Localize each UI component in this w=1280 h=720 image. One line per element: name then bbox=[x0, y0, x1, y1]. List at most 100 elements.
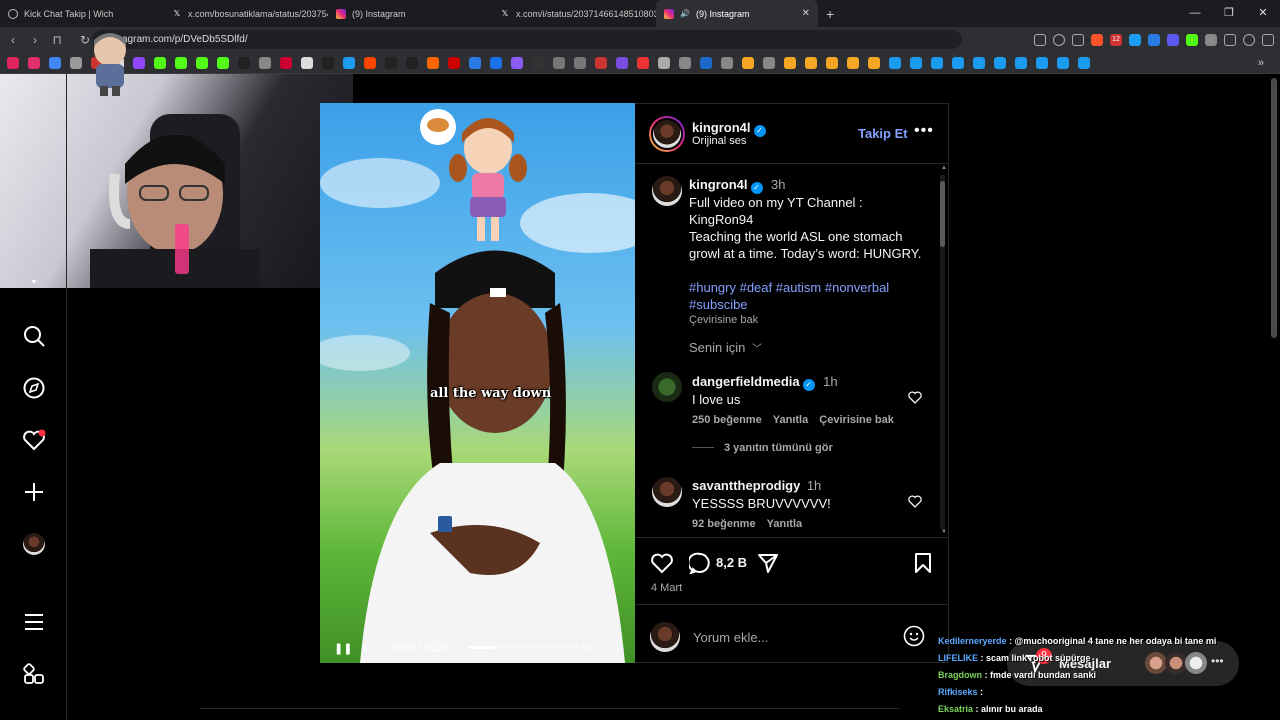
add-comment-input[interactable]: Yorum ekle... bbox=[693, 630, 768, 645]
menu-icon[interactable] bbox=[1262, 33, 1274, 46]
extension-icon[interactable] bbox=[1148, 33, 1160, 46]
bookmark-favicon-icon[interactable] bbox=[973, 56, 985, 69]
share-icon[interactable] bbox=[757, 552, 779, 579]
bookmark-icon[interactable]: ⊓ bbox=[48, 33, 66, 47]
view-replies[interactable]: 3 yanıtın tümünü gör bbox=[692, 442, 932, 454]
caption-author[interactable]: kingron4l bbox=[689, 177, 748, 192]
follow-button[interactable]: Takip Et bbox=[858, 126, 908, 141]
bookmark-favicon-icon[interactable] bbox=[238, 56, 250, 69]
bookmark-favicon-icon[interactable] bbox=[637, 56, 649, 69]
search-icon[interactable] bbox=[22, 324, 46, 348]
minimize-icon[interactable]: — bbox=[1178, 0, 1212, 27]
bookmark-favicon-icon[interactable] bbox=[175, 56, 187, 69]
tab-instagram-active[interactable]: 🔊 (9) Instagram ✕ bbox=[656, 0, 818, 27]
bookmark-favicon-icon[interactable] bbox=[28, 56, 40, 69]
restore-icon[interactable]: ❐ bbox=[1212, 0, 1246, 27]
tab-instagram-1[interactable]: (9) Instagram bbox=[328, 0, 492, 27]
page-scrollbar[interactable] bbox=[1270, 74, 1278, 720]
audio-label[interactable]: Orijinal ses bbox=[692, 135, 746, 147]
share-icon[interactable] bbox=[1072, 33, 1084, 46]
close-window-icon[interactable]: ✕ bbox=[1246, 0, 1280, 27]
bookmark-favicon-icon[interactable] bbox=[700, 56, 712, 69]
notifications-icon[interactable] bbox=[22, 428, 46, 452]
reply-button[interactable]: Yanıtla bbox=[767, 518, 802, 530]
comment-likes[interactable]: 250 beğenme bbox=[692, 414, 762, 426]
bookmark-favicon-icon[interactable] bbox=[259, 56, 271, 69]
extension-icon[interactable] bbox=[1129, 33, 1141, 46]
bookmark-favicon-icon[interactable] bbox=[532, 56, 544, 69]
speaker-icon[interactable]: 🔊 bbox=[680, 9, 690, 19]
bookmark-favicon-icon[interactable] bbox=[196, 56, 208, 69]
replay-icon[interactable]: ↻ bbox=[581, 642, 590, 655]
bookmark-favicon-icon[interactable] bbox=[721, 56, 733, 69]
emoji-icon[interactable] bbox=[903, 625, 925, 652]
comment-like-icon[interactable] bbox=[908, 495, 922, 513]
bookmark-favicon-icon[interactable] bbox=[910, 56, 922, 69]
extension-badge-icon[interactable]: 12 bbox=[1110, 33, 1122, 46]
address-bar[interactable]: agram.com/p/DVeDb5SDlfd/ bbox=[92, 30, 962, 49]
tab-x-status-1[interactable]: 𝕏 x.com/bosunatiklama/status/2037549 bbox=[164, 0, 328, 27]
bookmark-favicon-icon[interactable] bbox=[70, 56, 82, 69]
extension-icon[interactable] bbox=[1186, 33, 1198, 46]
more-menu-icon[interactable] bbox=[22, 610, 46, 634]
bookmark-favicon-icon[interactable] bbox=[784, 56, 796, 69]
comment-likes[interactable]: 92 beğenme bbox=[692, 518, 756, 530]
bookmark-favicon-icon[interactable] bbox=[385, 56, 397, 69]
comment-icon[interactable] bbox=[687, 552, 711, 579]
bookmark-favicon-icon[interactable] bbox=[763, 56, 775, 69]
hashtags[interactable]: #subscibe bbox=[689, 296, 929, 313]
avatar[interactable] bbox=[652, 477, 682, 507]
bookmark-favicon-icon[interactable] bbox=[952, 56, 964, 69]
brave-shield-icon[interactable] bbox=[1091, 33, 1103, 46]
bookmark-favicon-icon[interactable] bbox=[1078, 56, 1090, 69]
bookmark-favicon-icon[interactable] bbox=[448, 56, 460, 69]
bookmark-favicon-icon[interactable] bbox=[1015, 56, 1027, 69]
avatar[interactable] bbox=[652, 372, 682, 402]
bookmark-favicon-icon[interactable] bbox=[511, 56, 523, 69]
extension-icon[interactable] bbox=[1167, 33, 1179, 46]
bookmark-favicon-icon[interactable] bbox=[1036, 56, 1048, 69]
bookmark-favicon-icon[interactable] bbox=[154, 56, 166, 69]
bookmarks-overflow-icon[interactable]: » bbox=[1258, 57, 1264, 69]
bookmark-favicon-icon[interactable] bbox=[742, 56, 754, 69]
author-avatar-ring[interactable] bbox=[649, 116, 685, 152]
translate-link[interactable]: Çevirisine bak bbox=[689, 314, 929, 326]
scroll-down-icon[interactable]: ▼ bbox=[941, 529, 947, 535]
sidebar-icon[interactable] bbox=[1224, 33, 1236, 46]
comment-like-icon[interactable] bbox=[908, 391, 922, 409]
home-icon[interactable] bbox=[22, 280, 46, 292]
bookmark-favicon-icon[interactable] bbox=[994, 56, 1006, 69]
bookmark-favicon-icon[interactable] bbox=[490, 56, 502, 69]
new-tab-button[interactable]: + bbox=[818, 0, 848, 27]
video-progress-bar[interactable] bbox=[468, 646, 578, 649]
bookmark-favicon-icon[interactable] bbox=[679, 56, 691, 69]
save-icon[interactable] bbox=[913, 552, 933, 579]
bookmark-favicon-icon[interactable] bbox=[826, 56, 838, 69]
comment-username[interactable]: savanttheprodigy bbox=[692, 478, 800, 493]
pause-icon[interactable]: ❚❚ bbox=[334, 642, 352, 655]
for-you-filter[interactable]: Senin için ﹀ bbox=[689, 340, 762, 355]
media-icon[interactable] bbox=[1243, 33, 1255, 46]
like-icon[interactable] bbox=[650, 552, 674, 579]
zoom-icon[interactable] bbox=[1053, 33, 1065, 46]
bookmark-favicon-icon[interactable] bbox=[133, 56, 145, 69]
avatar[interactable] bbox=[652, 176, 682, 206]
bookmark-favicon-icon[interactable] bbox=[1057, 56, 1069, 69]
bookmark-favicon-icon[interactable] bbox=[7, 56, 19, 69]
profile-icon[interactable] bbox=[22, 532, 46, 556]
bookmark-favicon-icon[interactable] bbox=[217, 56, 229, 69]
close-tab-icon[interactable]: ✕ bbox=[802, 8, 810, 19]
bookmark-favicon-icon[interactable] bbox=[469, 56, 481, 69]
bookmark-favicon-icon[interactable] bbox=[553, 56, 565, 69]
reel-video[interactable] bbox=[320, 103, 635, 663]
explore-icon[interactable] bbox=[22, 376, 46, 400]
hashtags[interactable]: #hungry #deaf #autism #nonverbal bbox=[689, 279, 929, 296]
bookmark-favicon-icon[interactable] bbox=[658, 56, 670, 69]
bookmark-favicon-icon[interactable] bbox=[301, 56, 313, 69]
bookmark-favicon-icon[interactable] bbox=[889, 56, 901, 69]
scroll-up-icon[interactable]: ▲ bbox=[941, 165, 947, 171]
bookmark-favicon-icon[interactable] bbox=[931, 56, 943, 69]
bookmark-favicon-icon[interactable] bbox=[868, 56, 880, 69]
extension-icon[interactable] bbox=[1205, 33, 1217, 46]
bookmark-favicon-icon[interactable] bbox=[364, 56, 376, 69]
